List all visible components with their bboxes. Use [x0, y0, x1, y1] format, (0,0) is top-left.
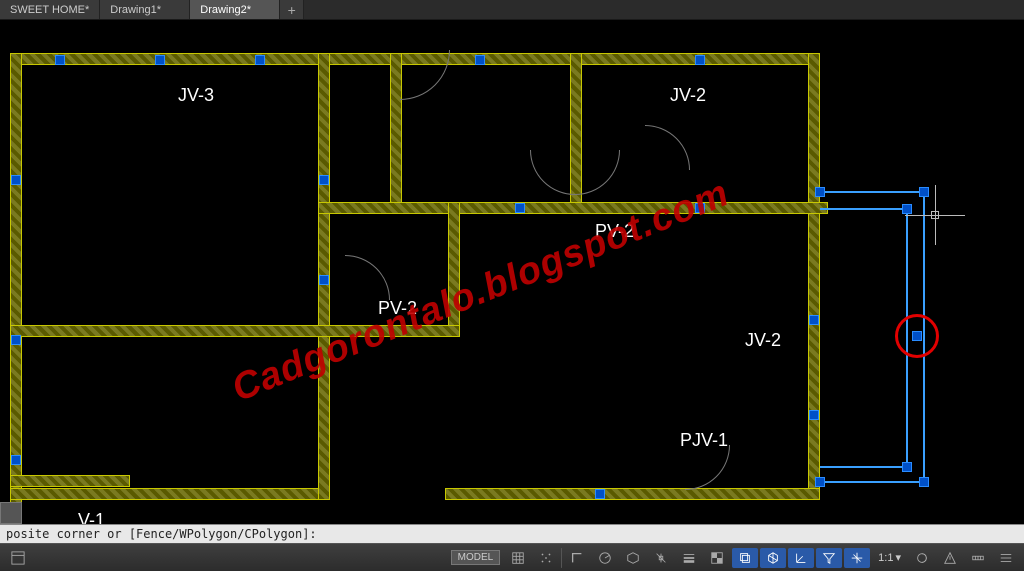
snap-toggle-icon[interactable]: [533, 548, 559, 568]
tab-label: Drawing1*: [110, 4, 161, 16]
ortho-toggle-icon[interactable]: [564, 548, 590, 568]
transparency-toggle-icon[interactable]: [704, 548, 730, 568]
grip[interactable]: [515, 203, 525, 213]
tab-label: SWEET HOME*: [10, 4, 89, 16]
annotation-monitor-icon[interactable]: [937, 548, 963, 568]
highlight-circle: [895, 314, 939, 358]
polar-toggle-icon[interactable]: [592, 548, 618, 568]
osnap-toggle-icon[interactable]: [648, 548, 674, 568]
grip[interactable]: [11, 455, 21, 465]
3dosnap-icon[interactable]: [760, 548, 786, 568]
grip[interactable]: [902, 204, 912, 214]
command-line[interactable]: posite corner or [Fence/WPolygon/CPolygo…: [0, 524, 1024, 543]
grip[interactable]: [919, 477, 929, 487]
room-label-jv2b: JV-2: [745, 330, 781, 351]
tab-drawing1[interactable]: Drawing1*: [100, 0, 190, 19]
workspace-switch-icon[interactable]: [909, 548, 935, 568]
grid-toggle-icon[interactable]: [505, 548, 531, 568]
room-label-pjv1: PJV-1: [680, 430, 728, 451]
grip[interactable]: [815, 187, 825, 197]
grip[interactable]: [55, 55, 65, 65]
lineweight-toggle-icon[interactable]: [676, 548, 702, 568]
dynamic-ucs-icon[interactable]: [788, 548, 814, 568]
chevron-down-icon: ▾: [895, 551, 901, 564]
selection-filter-icon[interactable]: [816, 548, 842, 568]
room-label-v1: V-1: [78, 510, 105, 524]
grip[interactable]: [919, 187, 929, 197]
grip[interactable]: [809, 315, 819, 325]
grip[interactable]: [319, 275, 329, 285]
layout-tab-button[interactable]: [5, 548, 31, 568]
grip[interactable]: [155, 55, 165, 65]
grip[interactable]: [255, 55, 265, 65]
room-label-jv2: JV-2: [670, 85, 706, 106]
scale-value: 1:1: [878, 552, 893, 564]
grip[interactable]: [815, 477, 825, 487]
room-label-jv3: JV-3: [178, 85, 214, 106]
grip[interactable]: [902, 462, 912, 472]
add-tab-button[interactable]: +: [280, 0, 304, 19]
grip[interactable]: [11, 175, 21, 185]
tab-label: Drawing2*: [200, 4, 251, 16]
grip[interactable]: [695, 55, 705, 65]
grip[interactable]: [475, 55, 485, 65]
divider: [561, 548, 562, 568]
annotation-scale[interactable]: 1:1 ▾: [872, 548, 907, 568]
crosshair-pickbox: [931, 211, 939, 219]
customize-icon[interactable]: [993, 548, 1019, 568]
nav-cube-stub[interactable]: [0, 502, 22, 524]
grip[interactable]: [595, 489, 605, 499]
grip[interactable]: [319, 175, 329, 185]
status-bar: MODEL 1:1 ▾: [0, 543, 1024, 571]
units-icon[interactable]: [965, 548, 991, 568]
command-text: posite corner or [Fence/WPolygon/CPolygo…: [6, 527, 317, 541]
room-label-pv2b: PV-2: [378, 298, 417, 319]
room-label-pv2a: PV-2: [595, 221, 634, 242]
space-indicator[interactable]: MODEL: [451, 550, 501, 565]
gizmo-icon[interactable]: [844, 548, 870, 568]
selection-cycling-icon[interactable]: [732, 548, 758, 568]
drawing-tabs: SWEET HOME* Drawing1* Drawing2* +: [0, 0, 1024, 20]
model-canvas[interactable]: JV-3 JV-2 PV-2 PV-2 JV-2 PJV-1 V-1: [0, 20, 1024, 524]
grip[interactable]: [809, 410, 819, 420]
isoplane-icon[interactable]: [620, 548, 646, 568]
grip[interactable]: [695, 203, 705, 213]
tab-sweet-home[interactable]: SWEET HOME*: [0, 0, 100, 19]
tab-drawing2[interactable]: Drawing2*: [190, 0, 280, 19]
grip[interactable]: [11, 335, 21, 345]
